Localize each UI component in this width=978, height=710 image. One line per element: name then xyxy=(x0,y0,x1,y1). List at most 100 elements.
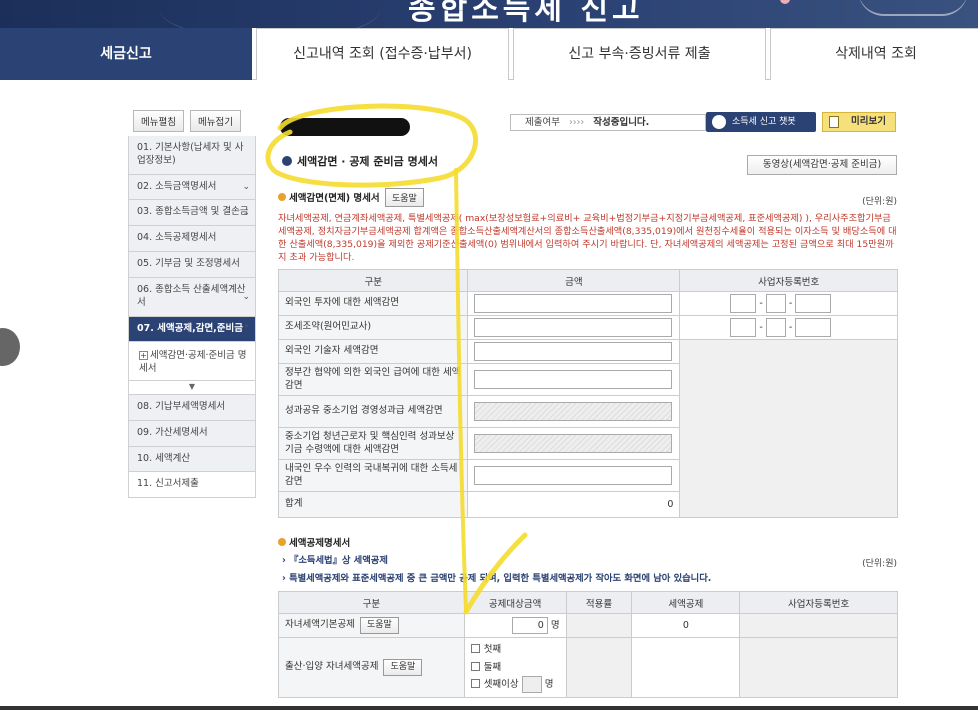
sidebar-item-deduction[interactable]: 04. 소득공제명세서 xyxy=(128,226,256,253)
bizno-input-3[interactable] xyxy=(795,318,832,337)
sidebar-item-tax-credit[interactable]: 07. 세액공제,감면,준비금 ⌃ xyxy=(128,316,256,343)
sidebar-item-total-income[interactable]: 03. 종합소득금액 및 결손금 ⌄ xyxy=(128,200,256,227)
table-row: 외국인 투자에 대한 세액감면 -- xyxy=(277,291,898,316)
reduction-notice: 자녀세액공제, 연금계좌세액공제, 특별세액공제( max(보장성보험료+의료비… xyxy=(278,213,897,264)
sidebar-item-label: 11. 신고서제출 xyxy=(137,478,199,490)
chevron-up-icon: ⌃ xyxy=(242,323,250,334)
sidebar-controls: 메뉴펼침 메뉴접기 xyxy=(128,110,256,132)
sidebar-item-label: 세액감면·공제·준비금 명세서 xyxy=(139,350,247,375)
row-label: 중소기업 청년근로자 및 핵심인력 성과보상기금 수령액에 대한 세액감면 xyxy=(277,427,469,460)
sidebar-scroll-down[interactable]: ▼ xyxy=(128,380,256,395)
amount-input-disabled xyxy=(474,402,673,421)
banner-decoration-dot xyxy=(780,0,790,4)
bizno-cell-empty xyxy=(679,339,898,518)
sidebar-item-label: 07. 세액공제,감면,준비금 xyxy=(137,322,244,334)
sidebar-item-label: 05. 기부금 및 조정명세서 xyxy=(137,258,240,270)
page-title: 세액감면 · 공제 준비금 명세서 xyxy=(282,153,438,169)
side-circle-decoration xyxy=(0,328,20,366)
child-credit-help-button[interactable]: 도움말 xyxy=(359,616,399,635)
bizno-cell-empty xyxy=(739,637,898,698)
sidebar-item-penalty[interactable]: 09. 가산세명세서 xyxy=(128,420,256,447)
sidebar-item-submit[interactable]: 11. 신고서제출 xyxy=(128,472,256,499)
sidebar-item-prepaid-tax[interactable]: 08. 기납부세액명세서 xyxy=(128,394,256,421)
sidebar-item-basic-info[interactable]: 01. 기본사항(납세자 및 사업장정보) xyxy=(128,136,256,175)
sidebar-item-tax-calculation[interactable]: 10. 세액계산 xyxy=(128,446,256,473)
credit-section-title: 세액공제명세서 xyxy=(278,535,350,549)
arrow-down-icon: ▼ xyxy=(188,381,196,391)
video-button[interactable]: 동영상(세액감면·공제 준비금) xyxy=(747,155,897,175)
row-label: 출산·입양 자녀세액공제 도움말 xyxy=(278,637,465,698)
bizno-input-2[interactable] xyxy=(765,294,786,313)
sidebar-item-donation[interactable]: 05. 기부금 및 조정명세서 xyxy=(128,252,256,278)
status-value: 작성중입니다. xyxy=(593,117,650,128)
status-prefix: 제출여부 xyxy=(525,117,560,128)
preview-button[interactable]: 미리보기 xyxy=(822,112,896,132)
option-second: 둘째 xyxy=(470,659,560,677)
amount-cell xyxy=(467,427,681,460)
tab-deleted-history[interactable]: 삭제내역 조회 xyxy=(770,28,978,80)
child-credit-label: 자녀세액기본공제 xyxy=(285,618,355,630)
bizno-dash: - xyxy=(759,298,763,309)
chatbot-button[interactable]: 소득세 신고 챗봇 xyxy=(706,112,816,132)
credit-amount-cell xyxy=(631,637,741,698)
tab-tax-filing[interactable]: 세금신고 xyxy=(0,28,252,80)
main-tabs: 세금신고 신고내역 조회 (접수증·납부서) 신고 부속·증빙서류 제출 삭제내… xyxy=(0,28,978,80)
bizno-input-1[interactable] xyxy=(730,318,757,337)
tab-filing-history[interactable]: 신고내역 조회 (접수증·납부서) xyxy=(256,28,509,80)
birth-credit-help-button[interactable]: 도움말 xyxy=(383,658,423,677)
child-count-input[interactable]: 0 xyxy=(511,617,548,634)
sidebar-subitem-reduction-statement[interactable]: + 세액감면·공제·준비금 명세서 xyxy=(128,342,256,381)
birth-order-cell: 첫째 둘째 셋째이상 명 xyxy=(463,637,567,698)
option-label: 둘째 xyxy=(483,661,502,673)
col-header: 적용률 xyxy=(565,591,633,614)
total-value: 0 xyxy=(467,491,681,518)
col-header: 세액공제 xyxy=(631,591,741,614)
amount-input[interactable] xyxy=(474,294,673,313)
amount-input[interactable] xyxy=(474,342,673,361)
amount-input[interactable] xyxy=(474,466,673,485)
credit-bullet-2-text: 특별세액공제와 표준세액공제 중 큰 금액만 공제 되며, 입력한 특별세액공제… xyxy=(289,573,712,584)
amount-input[interactable] xyxy=(474,318,673,337)
bottom-border xyxy=(0,706,978,710)
table-row: 외국인 기술자 세액감면 xyxy=(277,339,898,518)
menu-collapse-button[interactable]: 메뉴접기 xyxy=(189,110,241,132)
checkbox-second[interactable] xyxy=(470,661,480,671)
col-header: 사업자등록번호 xyxy=(679,269,898,292)
sidebar-item-income[interactable]: 02. 소득금액명세서 ⌄ xyxy=(128,174,256,201)
chevron-down-icon: ⌄ xyxy=(242,182,250,193)
row-label: 외국인 기술자 세액감면 xyxy=(277,339,469,364)
option-label: 첫째 xyxy=(483,644,502,656)
rate-cell xyxy=(565,637,633,698)
credit-unit: (단위:원) xyxy=(862,559,897,569)
sidebar-item-label: 09. 가산세명세서 xyxy=(137,426,208,438)
option-first: 첫째 xyxy=(470,641,560,659)
credit-bullet-1: › 『소득세법』상 세액공제 xyxy=(282,555,388,566)
bullet-icon xyxy=(282,156,292,166)
unit-label: 명 xyxy=(550,620,560,631)
sidebar-item-calculated-tax[interactable]: 06. 종합소득 산출세액계산서 ⌄ xyxy=(128,277,256,317)
amount-cell xyxy=(467,459,681,492)
third-count-input[interactable] xyxy=(521,676,542,694)
plus-icon: + xyxy=(139,351,148,361)
row-label: 정부간 협약에 의한 외국인 급여에 대한 세액감면 xyxy=(277,363,469,396)
option-label: 셋째이상 xyxy=(483,679,519,691)
bizno-input-3[interactable] xyxy=(795,294,832,313)
tab-submit-documents[interactable]: 신고 부속·증빙서류 제출 xyxy=(513,28,766,80)
amount-input[interactable] xyxy=(474,370,673,389)
chatbot-icon xyxy=(712,115,726,129)
amount-cell xyxy=(467,363,681,396)
checkbox-third[interactable] xyxy=(470,679,480,689)
banner-decoration-curve xyxy=(858,0,968,16)
reduction-help-button[interactable]: 도움말 xyxy=(384,188,424,207)
sidebar-item-label: 08. 기납부세액명세서 xyxy=(137,400,226,412)
menu-expand-button[interactable]: 메뉴펼침 xyxy=(133,110,184,132)
checkbox-first[interactable] xyxy=(470,644,480,654)
content-toolbar: 제출여부 ›››› 작성중입니다. 소득세 신고 챗봇 미리보기 xyxy=(274,110,899,136)
bullet-icon xyxy=(278,538,286,546)
bizno-input-1[interactable] xyxy=(730,294,757,313)
bizno-input-2[interactable] xyxy=(765,318,786,337)
rate-cell xyxy=(565,613,633,638)
row-label: 자녀세액기본공제 도움말 xyxy=(278,613,465,638)
table-row: 자녀세액기본공제 도움말 0 명 0 xyxy=(278,613,898,638)
row-label: 성과공유 중소기업 경영성과급 세액감면 xyxy=(277,395,469,428)
